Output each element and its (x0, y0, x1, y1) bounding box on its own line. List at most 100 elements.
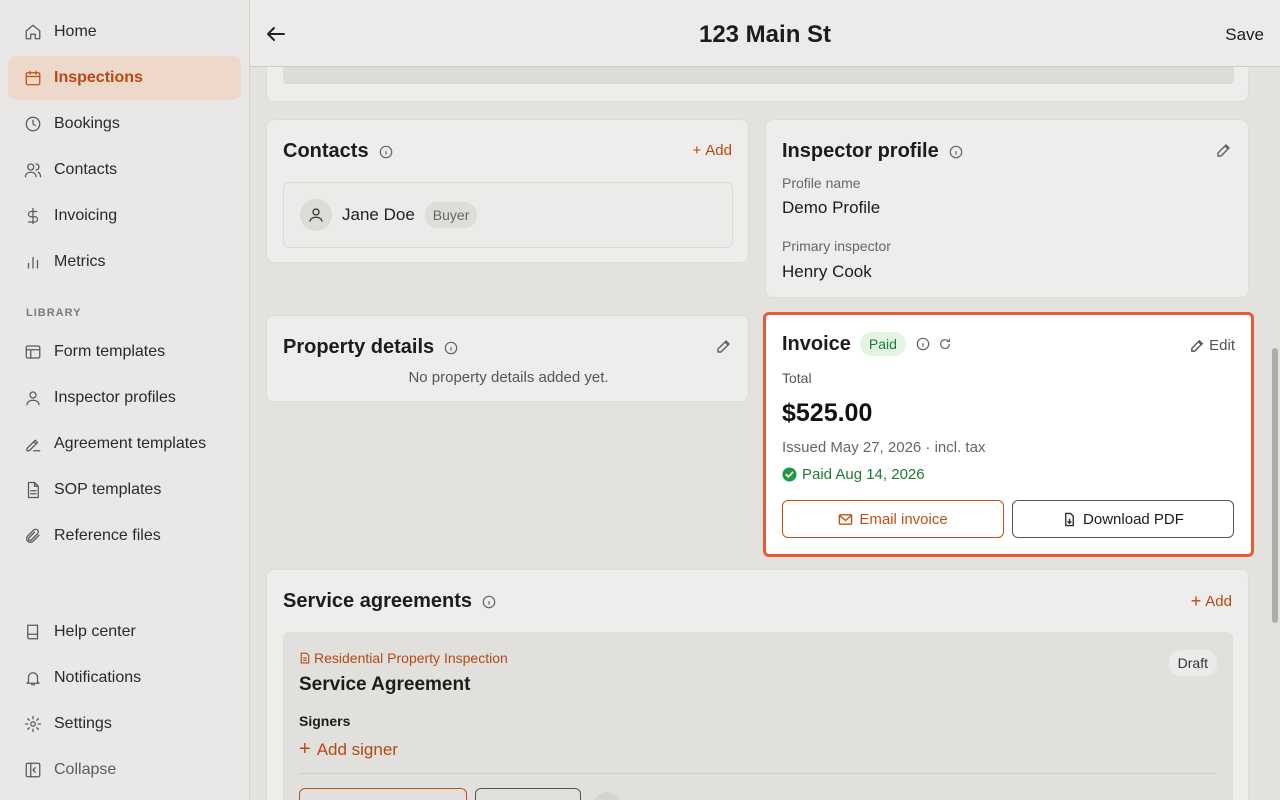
plus-icon: + (299, 738, 311, 760)
sidebar-item-label: Help center (54, 623, 136, 640)
contacts-title: Contacts (283, 140, 393, 163)
users-icon (24, 161, 42, 179)
property-details-title: Property details (283, 336, 458, 359)
invoice-card: Invoice Paid Edit Total $525.00 Issued M… (763, 312, 1254, 557)
info-icon[interactable] (482, 595, 496, 609)
mail-icon (839, 513, 853, 525)
sidebar-item-form-templates[interactable]: Form templates (8, 330, 241, 374)
info-icon[interactable] (949, 145, 963, 159)
agreement-template-link[interactable]: Residential Property Inspection (299, 650, 508, 666)
sidebar-item-notifications[interactable]: Notifications (8, 656, 241, 700)
invoice-status-badge: Paid (859, 332, 906, 356)
sidebar-collapse-icon (24, 761, 42, 779)
layout-icon (24, 343, 42, 361)
sidebar-item-inspections[interactable]: Inspections (8, 56, 241, 100)
sidebar-item-help-center[interactable]: Help center (8, 610, 241, 654)
user-icon (24, 389, 42, 407)
agreement-title: Service Agreement (299, 674, 471, 695)
sidebar-item-contacts[interactable]: Contacts (8, 148, 241, 192)
add-agreement-button[interactable]: + Add (1191, 591, 1232, 612)
book-icon (24, 623, 42, 641)
sidebar-item-collapse[interactable]: Collapse (8, 748, 241, 792)
sidebar: Home Inspections Bookings Contacts Invoi… (0, 0, 250, 800)
property-details-empty-text: No property details added yet. (408, 369, 609, 386)
sidebar-item-label: Agreement templates (54, 435, 207, 452)
email-invoice-button[interactable]: Email invoice (782, 500, 1004, 538)
sidebar-item-label: Inspections (54, 69, 143, 86)
refresh-icon[interactable] (938, 337, 952, 351)
sidebar-item-settings[interactable]: Settings (8, 702, 241, 746)
sidebar-item-bookings[interactable]: Bookings (8, 102, 241, 146)
main-content: 123 Main St Save Contacts + Add Jane Doe… (250, 0, 1280, 800)
primary-inspector-label: Primary inspector (782, 238, 891, 254)
contact-name: Jane Doe (342, 205, 415, 224)
download-pdf-label: Download PDF (1083, 510, 1184, 528)
dollar-icon (24, 207, 42, 225)
more-options-button[interactable] (593, 792, 621, 800)
sidebar-item-invoicing[interactable]: Invoicing (8, 194, 241, 238)
contact-role-badge: Buyer (424, 202, 478, 228)
sidebar-item-label: Invoicing (54, 207, 118, 224)
edit-invoice-label: Edit (1209, 337, 1235, 354)
sidebar-item-label: Collapse (54, 761, 117, 778)
agreement-action-button[interactable] (299, 788, 467, 800)
info-icon[interactable] (379, 145, 393, 159)
contact-item[interactable]: Jane Doe Buyer (283, 182, 733, 248)
plus-icon: + (1190, 591, 1202, 611)
bar-chart-icon (24, 253, 42, 271)
sidebar-item-label: Inspector profiles (54, 389, 176, 406)
contacts-card: Contacts + Add Jane Doe Buyer (266, 119, 749, 263)
plus-icon: + (692, 142, 702, 159)
agreement-status-badge: Draft (1168, 650, 1217, 676)
sidebar-item-label: Notifications (54, 669, 142, 686)
sidebar-item-home[interactable]: Home (8, 10, 241, 54)
invoice-paid-status: Paid Aug 14, 2026 (782, 466, 925, 483)
edit-invoice-button[interactable]: Edit (1190, 337, 1235, 354)
download-pdf-button[interactable]: Download PDF (1012, 500, 1234, 538)
property-details-card: Property details No property details add… (266, 315, 749, 402)
home-icon (24, 23, 42, 41)
add-signer-label: Add signer (316, 739, 398, 759)
paperclip-icon (24, 527, 42, 545)
sidebar-item-label: Settings (54, 715, 112, 732)
gear-icon (24, 715, 42, 733)
signature-icon (24, 435, 42, 453)
page-title: 123 Main St (698, 21, 832, 48)
info-icon[interactable] (916, 337, 930, 351)
agreement-item[interactable]: Residential Property Inspection Draft Se… (283, 632, 1233, 800)
user-avatar-icon (300, 199, 332, 231)
scrollbar-thumb[interactable] (1272, 348, 1278, 623)
sidebar-item-label: Reference files (54, 527, 161, 544)
divider (299, 773, 1217, 774)
invoice-total-amount: $525.00 (782, 399, 873, 427)
calendar-icon (24, 69, 42, 87)
top-bar: 123 Main St Save (250, 0, 1280, 67)
invoice-paid-text: Paid Aug 14, 2026 (802, 466, 925, 483)
sidebar-item-inspector-profiles[interactable]: Inspector profiles (8, 376, 241, 420)
edit-pencil-icon[interactable] (716, 338, 732, 354)
service-agreements-card: Service agreements + Add Residential Pro… (266, 569, 1249, 800)
check-circle-icon (782, 467, 797, 482)
property-details-title-text: Property details (283, 336, 435, 358)
view-pdf-button[interactable] (475, 788, 581, 800)
primary-inspector-value: Henry Cook (782, 262, 872, 281)
invoice-title: Invoice Paid (782, 332, 952, 356)
sidebar-item-reference-files[interactable]: Reference files (8, 514, 241, 558)
edit-pencil-icon[interactable] (1216, 142, 1232, 158)
profile-name-label: Profile name (782, 175, 861, 191)
sidebar-item-metrics[interactable]: Metrics (8, 240, 241, 284)
save-button[interactable]: Save (1225, 25, 1264, 45)
add-contact-button[interactable]: + Add (693, 142, 732, 159)
download-file-icon (1065, 512, 1074, 526)
library-section-label: LIBRARY (26, 307, 82, 319)
agreement-template-name: Residential Property Inspection (314, 650, 508, 666)
inspector-profile-title: Inspector profile (782, 140, 963, 163)
info-icon[interactable] (444, 341, 458, 355)
sidebar-item-sop-templates[interactable]: SOP templates (8, 468, 241, 512)
sidebar-item-agreement-templates[interactable]: Agreement templates (8, 422, 241, 466)
sidebar-item-label: Metrics (54, 253, 106, 270)
bell-icon (24, 669, 42, 687)
add-contact-label: Add (705, 142, 732, 159)
add-signer-button[interactable]: + Add signer (299, 738, 398, 761)
signers-label: Signers (299, 713, 351, 729)
